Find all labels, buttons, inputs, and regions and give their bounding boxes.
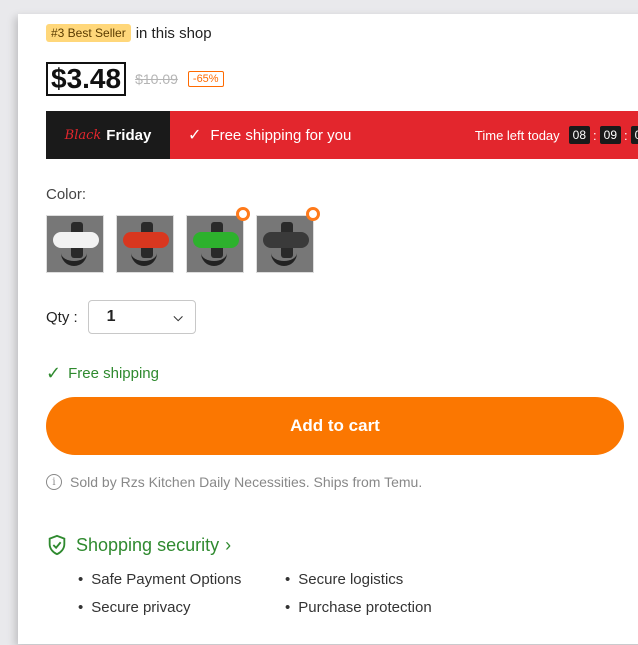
sold-by-row: i Sold by Rzs Kitchen Daily Necessities.… [46, 474, 422, 490]
add-to-cart-button[interactable]: Add to cart [46, 397, 624, 455]
color-swatches [46, 207, 326, 273]
color-swatch-black[interactable] [256, 215, 314, 273]
promo-bar: Black Friday ✓ Free shipping for you Tim… [46, 111, 638, 159]
original-price: $10.09 [135, 71, 178, 87]
swatch-image [131, 246, 157, 266]
hot-icon [306, 207, 320, 221]
bestseller-suffix: in this shop [135, 24, 212, 42]
black-friday-friday: Friday [106, 126, 152, 144]
product-panel: #3 Best Seller in this shop $3.48 $10.09… [18, 14, 638, 644]
security-item: Safe Payment Options [78, 571, 285, 588]
quantity-select[interactable]: 1 ⌵ [87, 300, 196, 334]
quantity-row: Qty : 1 ⌵ [46, 300, 196, 334]
promo-shipping-message: ✓ Free shipping for you [188, 125, 351, 145]
swatch-image [201, 246, 227, 266]
color-swatch-green[interactable] [186, 215, 244, 273]
color-swatch-red[interactable] [116, 215, 174, 273]
discount-badge: -65% [187, 71, 224, 87]
black-friday-black: Black [64, 127, 102, 143]
timer-label: Time left today [474, 127, 560, 143]
countdown-timer: Time left today 08 : 09 : 09 [475, 126, 638, 144]
swatch-image [271, 246, 297, 266]
quantity-value: 1 [106, 308, 116, 325]
timer-separator: : [624, 127, 628, 143]
free-shipping-row: ✓ Free shipping [46, 363, 159, 384]
timer-seconds: 09 [630, 126, 638, 144]
security-item: Secure privacy [78, 599, 285, 616]
timer-minutes: 09 [599, 126, 622, 144]
timer-hours: 08 [568, 126, 591, 144]
free-shipping-text: Free shipping [68, 365, 159, 382]
shield-check-icon [48, 534, 66, 556]
info-icon: i [46, 474, 62, 490]
color-swatch-white[interactable] [46, 215, 104, 273]
check-icon: ✓ [46, 363, 62, 383]
bestseller-badge[interactable]: #3 Best Seller [46, 24, 131, 42]
promo-shipping-text: Free shipping for you [210, 126, 352, 144]
security-item: Purchase protection [285, 599, 465, 616]
chevron-right-icon: › [225, 534, 232, 555]
sold-by-text: Sold by Rzs Kitchen Daily Necessities. S… [70, 474, 423, 490]
black-friday-tag: Black Friday [46, 111, 170, 159]
quantity-label: Qty : [46, 308, 78, 326]
price-row: $3.48 $10.09 -65% [46, 62, 224, 96]
current-price: $3.48 [46, 62, 127, 96]
bestseller-row: #3 Best Seller in this shop [46, 22, 212, 44]
security-list: Safe Payment Options Secure logistics Se… [78, 571, 465, 616]
security-item: Secure logistics [285, 571, 465, 588]
check-icon: ✓ [188, 127, 202, 144]
hot-icon [236, 207, 250, 221]
swatch-image [61, 246, 87, 266]
shopping-security-link[interactable]: Shopping security › [46, 534, 231, 556]
timer-separator: : [593, 127, 597, 143]
color-label: Color: [46, 186, 87, 203]
shopping-security-title: Shopping security [76, 534, 220, 555]
chevron-down-icon: ⌵ [173, 309, 183, 324]
